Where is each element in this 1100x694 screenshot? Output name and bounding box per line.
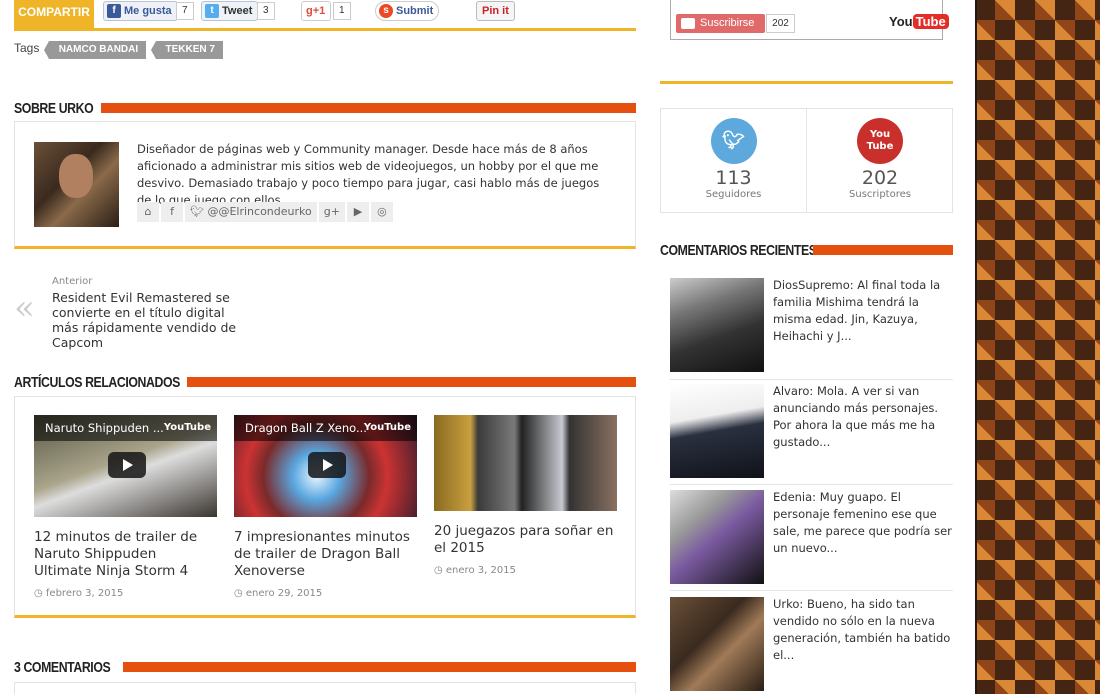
play-button-icon[interactable] (308, 452, 346, 478)
author-social-links: ⌂ f 🐦︎ @@Elrincondeurko g+ ▶ ◎ (137, 200, 395, 222)
video-title: Naruto Shippuden ... (45, 421, 164, 435)
gplus-label: +1 (312, 5, 326, 17)
twitter-followers-label: Seguidores (705, 189, 762, 200)
pinterest-label: Pin it (482, 5, 509, 17)
twitter-followers-count: 113 (715, 167, 752, 189)
facebook-icon[interactable]: f (161, 202, 183, 222)
tweet-label: Tweet (222, 5, 253, 17)
related-article: 20 juegazos para soñar en el 2015 ◷ ener… (434, 415, 617, 576)
related-article: Naruto Shippuden ... YouTube 12 minutos … (34, 415, 217, 599)
youtube-subscriber-count: 202 (766, 14, 795, 33)
video-embed[interactable]: Naruto Shippuden ... YouTube (34, 415, 217, 517)
facebook-like-label: Me gusta (124, 5, 172, 17)
youtube-icon: You Tube (857, 118, 903, 164)
tag-tekken-7[interactable]: TEKKEN 7 (150, 41, 223, 59)
date-text: febrero 3, 2015 (45, 588, 124, 599)
section-divider (123, 662, 636, 672)
author-box: Diseñador de páginas web y Community man… (14, 121, 636, 249)
related-article-title[interactable]: 7 impresionantes minutos de trailer de D… (234, 529, 417, 580)
twitter-handle: @@Elrincondeurko (207, 205, 312, 218)
comment-avatar (670, 597, 764, 691)
comment-text: Alvaro: Mola. A ver si van anunciando má… (773, 384, 939, 449)
instagram-icon[interactable]: ◎ (370, 202, 393, 222)
tweet-button[interactable]: t Tweet (201, 1, 259, 21)
previous-arrow-icon: « (14, 288, 35, 328)
tag-namco-bandai[interactable]: NAMCO BANDAI (43, 41, 147, 59)
comment-text: Urko: Bueno, ha sido tan vendido no sólo… (773, 597, 951, 662)
facebook-like-button[interactable]: f Me gusta (103, 1, 178, 21)
youtube-logo-you: You (889, 14, 913, 29)
youtube-logo-tube: Tube (912, 14, 949, 29)
related-article-title[interactable]: 12 minutos de trailer de Naruto Shippude… (34, 529, 217, 580)
gplus-button[interactable]: g+1 (301, 1, 332, 21)
related-article-date: ◷ febrero 3, 2015 (34, 588, 124, 599)
youtube-logo: YouTube (363, 422, 411, 433)
facebook-icon: f (107, 4, 121, 18)
date-text: enero 29, 2015 (245, 588, 323, 599)
tags-row: Tags NAMCO BANDAI TEKKEN 7 (14, 41, 223, 61)
comment-text: DiosSupremo: Al final toda la familia Mi… (773, 278, 941, 343)
home-icon[interactable]: ⌂ (137, 202, 159, 222)
social-counters: 🐦︎ 113 Seguidores You Tube 202 Suscriptor… (660, 108, 953, 213)
comment-avatar (670, 278, 764, 372)
pinterest-button[interactable]: Pin it (476, 1, 515, 21)
twitter-icon: 🐦︎ (190, 205, 204, 218)
section-divider (101, 103, 636, 113)
tweet-count: 3 (257, 2, 275, 20)
video-title: Dragon Ball Z Xeno... (245, 421, 367, 435)
gplus-icon: g (306, 5, 313, 17)
background-pattern (975, 0, 1100, 694)
youtube-logo: YouTube (889, 14, 949, 29)
comment-text: Edenia: Muy guapo. El personaje femenino… (773, 490, 952, 555)
recent-comments-title: COMENTARIOS RECIENTES (660, 242, 817, 259)
comment-divider (670, 484, 953, 485)
sidebar-divider (660, 81, 953, 84)
share-label: COMPARTIR (14, 0, 94, 28)
related-article-date: ◷ enero 3, 2015 (434, 565, 516, 576)
section-divider (813, 245, 953, 255)
youtube-widget: Suscribirse 202 You Tube (670, 0, 949, 40)
youtube-counter[interactable]: You Tube 202 Suscriptores (807, 109, 953, 213)
youtube-icon[interactable]: ▶ (346, 202, 369, 222)
tags-label: Tags (14, 41, 40, 55)
comment-divider (670, 379, 953, 380)
date-text: enero 3, 2015 (445, 565, 516, 576)
twitter-counter[interactable]: 🐦︎ 113 Seguidores (661, 109, 807, 213)
twitter-icon: 🐦︎ (710, 118, 757, 164)
author-avatar (34, 142, 119, 227)
stumbleupon-submit-button[interactable]: s Submit (375, 1, 440, 21)
share-bar: COMPARTIR f Me gusta 7 t Tweet 3 g+1 1 s Su… (14, 0, 636, 31)
twitter-icon: t (205, 4, 219, 18)
comment-divider (670, 590, 953, 591)
related-article-title[interactable]: 20 juegazos para soñar en el 2015 (434, 523, 617, 557)
related-article: Dragon Ball Z Xeno... YouTube 7 impresio… (234, 415, 417, 599)
related-section-title: ARTÍCULOS RELACIONADOS (14, 374, 180, 391)
author-section-title: SOBRE URKO (14, 100, 94, 117)
previous-label: Anterior (52, 276, 93, 287)
comments-box (14, 682, 636, 694)
comment-avatar (670, 384, 764, 478)
gplus-icon[interactable]: g+ (318, 202, 345, 222)
youtube-icon-you: You (869, 129, 891, 140)
twitter-link[interactable]: 🐦︎ @@Elrincondeurko (185, 202, 317, 222)
play-button-icon[interactable] (108, 452, 146, 478)
gplus-count: 1 (333, 2, 351, 20)
facebook-like-count: 7 (176, 2, 194, 20)
previous-post-title[interactable]: Resident Evil Remastered se convierte en… (52, 290, 252, 350)
article-thumbnail[interactable] (434, 415, 617, 511)
video-embed[interactable]: Dragon Ball Z Xeno... YouTube (234, 415, 417, 517)
related-article-date: ◷ enero 29, 2015 (234, 588, 323, 599)
author-bio: Diseñador de páginas web y Community man… (137, 142, 600, 207)
related-articles-box: Naruto Shippuden ... YouTube 12 minutos … (14, 396, 636, 618)
stumbleupon-icon: s (379, 4, 393, 18)
youtube-subscribers-label: Suscriptores (849, 189, 911, 200)
youtube-subscribe-button[interactable]: Suscribirse (676, 14, 765, 33)
comment-avatar (670, 490, 764, 584)
youtube-logo: YouTube (163, 422, 211, 433)
section-divider (187, 377, 636, 387)
youtube-icon-tube: Tube (866, 141, 894, 152)
submit-label: Submit (396, 5, 434, 17)
comments-section-title: 3 COMENTARIOS (14, 659, 111, 676)
youtube-subscribers-count: 202 (861, 167, 899, 189)
